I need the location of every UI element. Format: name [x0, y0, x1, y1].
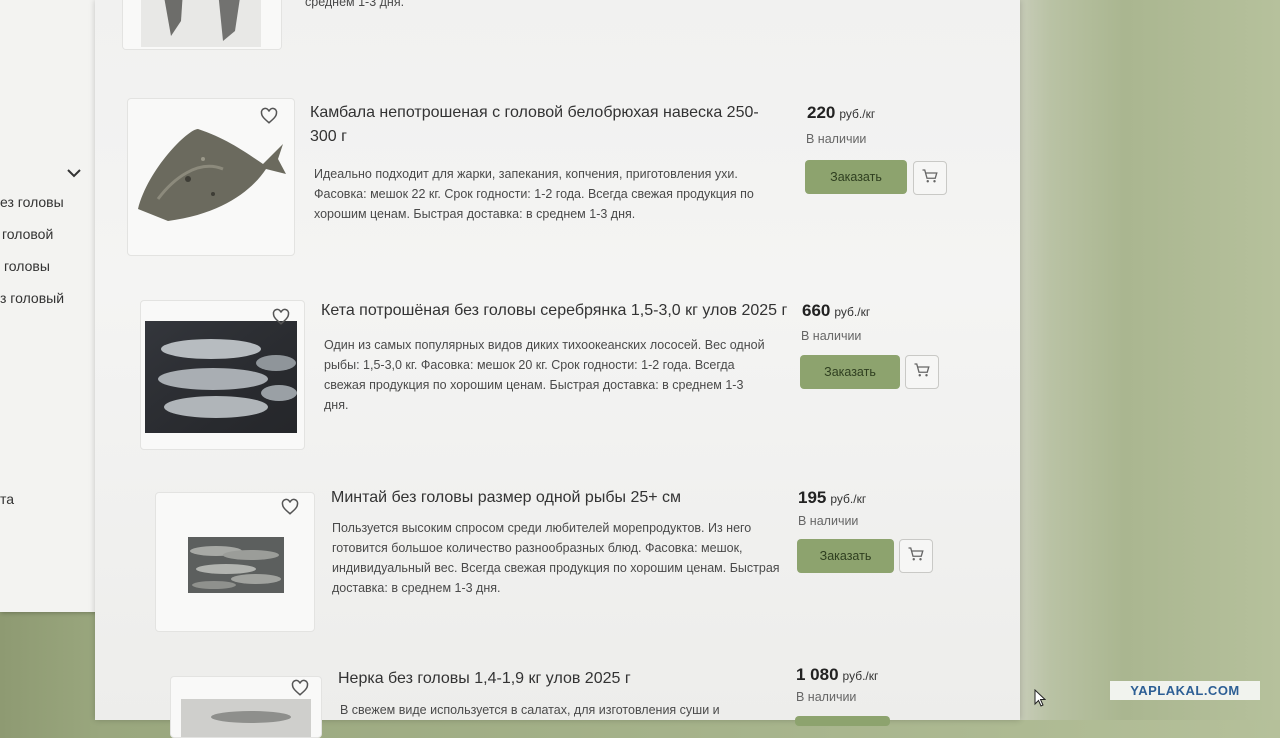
sidebar-item[interactable]: та: [0, 491, 14, 507]
order-button[interactable]: Заказать: [805, 160, 907, 194]
product-description: Один из самых популярных видов диких тих…: [324, 338, 765, 412]
product-title[interactable]: Кета потрошёная без головы серебрянка 1,…: [321, 299, 791, 323]
stock-status: В наличии: [796, 690, 857, 704]
heart-icon[interactable]: [291, 679, 309, 697]
order-button[interactable]: Заказать: [800, 355, 900, 389]
product-price: 220 руб./кг: [807, 103, 876, 122]
add-to-cart-button[interactable]: [905, 355, 939, 389]
sidebar-item[interactable]: головой: [2, 226, 53, 242]
product-description: Идеально подходит для жарки, запекания, …: [314, 167, 754, 221]
product-price: 195 руб./кг: [798, 488, 867, 507]
order-button[interactable]: [795, 716, 890, 726]
cart-icon: [913, 361, 931, 384]
chevron-down-icon[interactable]: [66, 166, 82, 184]
sidebar-item[interactable]: з головый: [0, 290, 64, 306]
product-title[interactable]: Нерка без головы 1,4-1,9 кг улов 2025 г: [338, 667, 738, 691]
sidebar-item[interactable]: головы: [4, 258, 50, 274]
add-to-cart-button[interactable]: [913, 161, 947, 195]
watermark: YAPLAKAL.COM: [1110, 681, 1260, 700]
order-button[interactable]: Заказать: [797, 539, 894, 573]
monitor-bezel-right: [1020, 0, 1280, 720]
mouse-cursor-icon: [1034, 688, 1047, 712]
add-to-cart-button[interactable]: [899, 539, 933, 573]
cart-icon: [907, 545, 925, 568]
product-image[interactable]: [122, 0, 282, 50]
product-price: 660 руб./кг: [802, 301, 871, 320]
product-description: среднем 1-3 дня.: [305, 0, 405, 9]
product-title[interactable]: Минтай без головы размер одной рыбы 25+ …: [331, 486, 751, 510]
heart-icon[interactable]: [272, 308, 290, 326]
product-description: Пользуется высоким спросом среди любител…: [332, 521, 780, 595]
heart-icon[interactable]: [260, 107, 278, 125]
product-list: среднем 1-3 дня. Камбала непотрошеная с …: [95, 0, 1020, 738]
heart-icon[interactable]: [281, 498, 299, 516]
product-description: В свежем виде используется в салатах, дл…: [340, 703, 720, 717]
stock-status: В наличии: [806, 132, 867, 146]
sidebar-item[interactable]: ез головы: [0, 194, 64, 210]
stock-status: В наличии: [798, 514, 859, 528]
product-price: 1 080 руб./кг: [796, 665, 879, 684]
stock-status: В наличии: [801, 329, 862, 343]
product-title[interactable]: Камбала непотрошеная с головой белобрюха…: [310, 101, 770, 149]
cart-icon: [921, 167, 939, 190]
